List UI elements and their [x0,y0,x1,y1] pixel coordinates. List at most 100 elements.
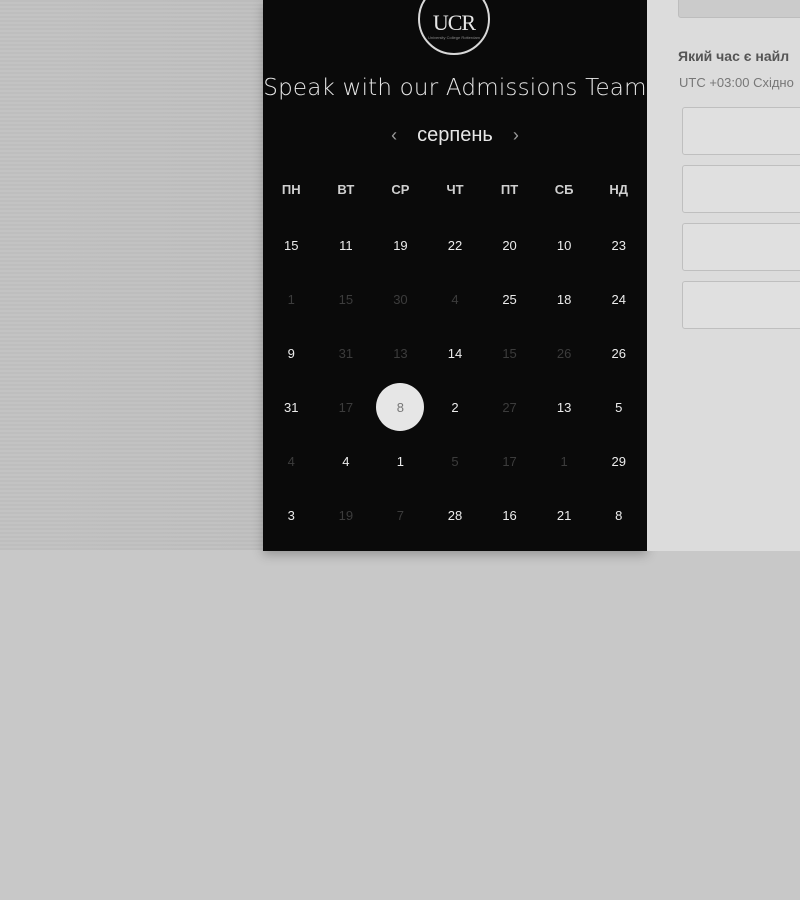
calendar-day[interactable]: 28 [428,488,483,542]
calendar-day-number: 13 [393,345,408,361]
calendar-day-number: 5 [451,453,459,469]
calendar-day: 4 [264,434,319,488]
calendar-day-number: 5 [615,399,623,415]
time-question: Який час є найл [678,48,790,64]
calendar-day-number: 14 [447,345,463,361]
calendar-day[interactable]: 5 [591,380,646,434]
calendar-day: 26 [537,326,592,380]
ucr-logo: UCR University College Rotterdam [418,0,490,55]
calendar-day[interactable]: 15 [264,218,319,272]
chevron-left-icon[interactable]: ‹ [389,120,399,150]
calendar-day-number: 15 [284,237,299,253]
calendar-day: 1 [537,434,592,488]
calendar-day-number: 4 [342,453,350,469]
calendar-day-number: 19 [338,507,354,523]
weekday-label: СР [391,182,410,197]
calendar-day[interactable]: 11 [319,218,374,272]
calendar-grid: 15 11 19 22 20 10 23 1 15 30 4 25 18 24 9 31 13 14 15 26 26 3… [264,218,646,542]
calendar-day[interactable]: 16 [482,488,537,542]
calendar-day-selected[interactable]: 8 [373,380,428,434]
calendar-day-number: 16 [502,507,517,523]
calendar-day-number: 15 [502,345,517,361]
calendar-day-number: 24 [611,291,626,307]
calendar-day[interactable]: 18 [537,272,592,326]
calendar-day-number: 3 [287,507,295,523]
weekday-label: НД [609,182,629,197]
calendar-day[interactable]: 21 [537,488,592,542]
calendar-day[interactable]: 23 [591,218,646,272]
calendar-day: 31 [319,326,374,380]
calendar-day[interactable]: 31 [264,380,319,434]
calendar-day: 15 [319,272,374,326]
calendar-day-number: 31 [338,345,354,361]
month-label: серпень [417,124,493,146]
calendar-day[interactable]: 24 [591,272,646,326]
calendar-day[interactable]: 22 [428,218,483,272]
calendar-day[interactable]: 3 [264,488,319,542]
calendar-day[interactable]: 25 [482,272,537,326]
time-selection-panel: Який час є найл UTC +03:00 Східно [647,0,800,551]
calendar-day-number: 26 [556,345,572,361]
calendar-day: 17 [482,434,537,488]
calendar-day-number: 28 [447,507,463,523]
calendar-day[interactable]: 14 [428,326,483,380]
top-input-bar[interactable] [678,0,800,18]
logo-text: UCR [432,10,476,35]
calendar-day: 19 [319,488,374,542]
calendar-day-number: 20 [502,237,517,253]
weekday-label: ПТ [500,182,519,197]
calendar-day[interactable]: 8 [591,488,646,542]
calendar-day-number: 23 [611,237,626,253]
calendar-day-number: 17 [502,453,517,469]
calendar-day-number: 4 [451,291,459,307]
calendar-day-number: 22 [447,237,463,253]
calendar-day[interactable]: 20 [482,218,537,272]
calendar-day-number: 11 [339,237,353,253]
time-slot[interactable] [682,165,800,213]
calendar-day[interactable]: 13 [537,380,592,434]
weekday-label: СБ [554,182,574,197]
calendar-day[interactable]: 2 [428,380,483,434]
calendar-day-number: 7 [396,507,405,523]
calendar-day: 1 [264,272,319,326]
calendar-day: 17 [319,380,374,434]
calendar-day-number: 1 [287,291,295,307]
time-slot[interactable] [682,223,800,271]
calendar-day: 15 [482,326,537,380]
calendar-day-number: 25 [502,291,517,307]
calendar-day: 13 [373,326,428,380]
calendar-day-number: 18 [556,291,572,307]
calendar-day: 4 [428,272,483,326]
calendar-day-number: 9 [287,345,295,361]
calendar-day-number: 4 [287,453,295,469]
timezone-label: UTC +03:00 Східно [679,75,794,90]
panel-title: Speak with our Admissions Team [263,75,647,101]
calendar-day-number: 27 [502,399,517,415]
month-navigation: ‹ серпень › [263,120,647,150]
calendar-day-number: 31 [284,399,299,415]
calendar-day: 5 [428,434,483,488]
calendar-day-number: 15 [338,291,354,307]
calendar-day[interactable]: 4 [319,434,374,488]
calendar-day[interactable]: 29 [591,434,646,488]
time-slot[interactable] [682,281,800,329]
weekday-label: ПН [281,182,301,197]
calendar-day[interactable]: 10 [537,218,592,272]
calendar-day-number: 8 [615,507,623,523]
calendar-day[interactable]: 9 [264,326,319,380]
calendar-day-number: 30 [393,291,408,307]
logo-subtext: University College Rotterdam [427,35,481,40]
calendar-day-number: 29 [611,453,626,469]
calendar-day: 27 [482,380,537,434]
calendar-day[interactable]: 19 [373,218,428,272]
weekday-label: ВТ [337,182,355,197]
chevron-right-icon[interactable]: › [511,120,521,150]
time-slot[interactable] [682,107,800,155]
calendar-day[interactable]: 1 [373,434,428,488]
calendar-day[interactable]: 26 [591,326,646,380]
calendar-day-number: 13 [556,399,572,415]
calendar-day-number: 1 [396,453,405,469]
calendar-day-number: 10 [556,237,572,253]
calendar-day-number: 8 [376,383,425,431]
calendar-day-number: 19 [393,237,408,253]
